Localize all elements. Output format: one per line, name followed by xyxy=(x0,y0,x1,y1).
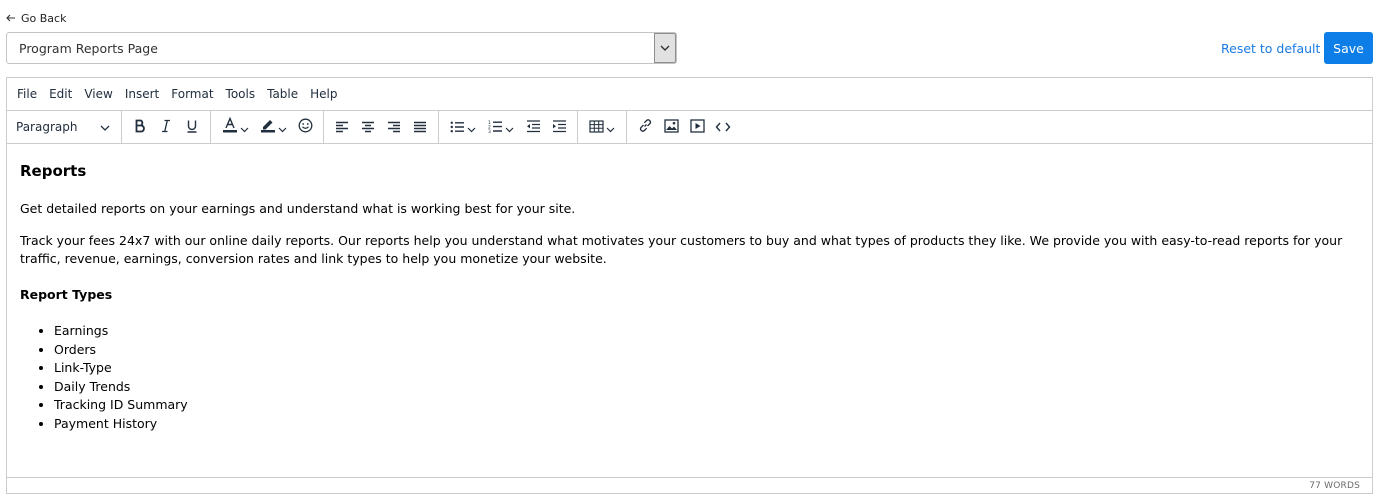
content-subheading: Report Types xyxy=(20,287,113,302)
bullet-list-icon xyxy=(450,118,465,137)
highlight-color-button[interactable] xyxy=(254,114,292,140)
align-justify-icon xyxy=(413,118,427,137)
editor-content[interactable]: Reports Get detailed reports on your ear… xyxy=(7,144,1372,477)
align-right-icon xyxy=(387,118,401,137)
link-button[interactable] xyxy=(632,114,658,140)
rich-text-editor: File Edit View Insert Format Tools Table… xyxy=(6,77,1373,494)
list-item: Daily Trends xyxy=(54,378,1359,397)
align-center-icon xyxy=(361,118,375,137)
source-code-button[interactable] xyxy=(710,114,736,140)
menu-insert[interactable]: Insert xyxy=(119,78,165,111)
content-body: Track your fees 24x7 with our online dai… xyxy=(20,233,1343,266)
list-item: Link-Type xyxy=(54,359,1359,378)
menu-file[interactable]: File xyxy=(11,78,43,111)
align-justify-button[interactable] xyxy=(407,114,433,140)
list-item: Payment History xyxy=(54,415,1359,434)
menu-view[interactable]: View xyxy=(78,78,118,111)
highlight-color-icon xyxy=(260,117,276,137)
align-right-button[interactable] xyxy=(381,114,407,140)
emoji-icon xyxy=(298,118,313,137)
numbered-list-button[interactable]: 123 xyxy=(482,114,520,140)
indent-button[interactable] xyxy=(546,114,572,140)
italic-icon xyxy=(159,118,173,137)
chevron-down-icon xyxy=(100,120,110,134)
word-count: 77 WORDS xyxy=(1309,480,1360,491)
source-code-icon xyxy=(715,118,731,137)
menu-format[interactable]: Format xyxy=(165,78,219,111)
emoji-button[interactable] xyxy=(292,114,318,140)
underline-button[interactable] xyxy=(179,114,205,140)
reset-to-default-link[interactable]: Reset to default xyxy=(1221,41,1320,56)
underline-icon xyxy=(185,118,199,137)
report-types-list: Earnings Orders Link-Type Daily Trends T… xyxy=(20,322,1359,434)
menu-edit[interactable]: Edit xyxy=(43,78,78,111)
page-select-value: Program Reports Page xyxy=(19,40,158,56)
numbered-list-icon: 123 xyxy=(488,118,503,137)
indent-icon xyxy=(552,118,567,137)
chevron-down-icon xyxy=(240,118,249,137)
link-icon xyxy=(638,118,653,137)
go-back-link[interactable]: Go Back xyxy=(6,11,66,25)
bold-button[interactable] xyxy=(127,114,153,140)
block-format-select[interactable]: Paragraph xyxy=(11,114,116,140)
content-heading: Reports xyxy=(20,162,87,180)
image-icon xyxy=(663,118,679,137)
menu-help[interactable]: Help xyxy=(304,78,343,111)
list-item: Tracking ID Summary xyxy=(54,396,1359,415)
media-button[interactable] xyxy=(684,114,710,140)
content-intro: Get detailed reports on your earnings an… xyxy=(20,201,576,216)
go-back-label: Go Back xyxy=(21,11,67,25)
text-color-icon xyxy=(222,116,238,137)
svg-text:3: 3 xyxy=(488,129,491,133)
chevron-down-icon xyxy=(606,118,615,137)
page-select[interactable]: Program Reports Page xyxy=(6,32,677,64)
list-item: Earnings xyxy=(54,322,1359,341)
editor-toolbar: Paragraph 1 2 3 xyxy=(7,110,1372,144)
chevron-down-icon[interactable] xyxy=(654,33,676,63)
chevron-down-icon xyxy=(467,118,476,137)
editor-menubar: File Edit View Insert Format Tools Table… xyxy=(7,78,1372,111)
list-item: Orders xyxy=(54,341,1359,360)
editor-statusbar: 77 WORDS xyxy=(7,477,1372,493)
align-center-button[interactable] xyxy=(355,114,381,140)
outdent-button[interactable] xyxy=(520,114,546,140)
menu-table[interactable]: Table xyxy=(261,78,304,111)
align-left-icon xyxy=(335,118,349,137)
align-left-button[interactable] xyxy=(329,114,355,140)
arrow-left-icon xyxy=(6,14,16,22)
save-button[interactable]: Save xyxy=(1324,32,1373,64)
table-icon xyxy=(589,118,604,137)
italic-button[interactable] xyxy=(153,114,179,140)
menu-tools[interactable]: Tools xyxy=(220,78,262,111)
table-button[interactable] xyxy=(583,114,621,140)
bold-icon xyxy=(133,118,147,137)
media-icon xyxy=(689,118,705,137)
text-color-button[interactable] xyxy=(216,114,254,140)
outdent-icon xyxy=(526,118,541,137)
block-format-label: Paragraph xyxy=(16,120,78,134)
image-button[interactable] xyxy=(658,114,684,140)
bullet-list-button[interactable] xyxy=(444,114,482,140)
chevron-down-icon xyxy=(278,118,287,137)
chevron-down-icon xyxy=(505,118,514,137)
